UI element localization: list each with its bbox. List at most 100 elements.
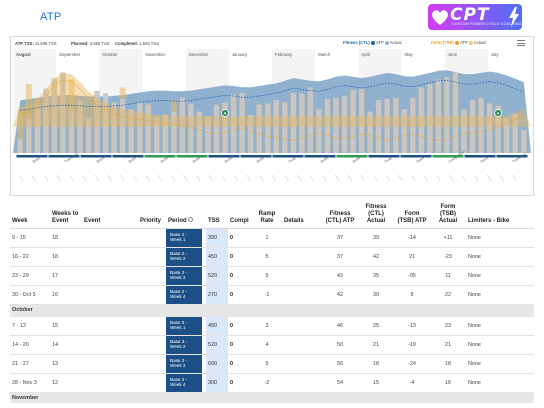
details-cell [282,228,322,248]
fitness-actual-cell: 35 [358,266,394,286]
fitness-atp-cell: 50 [322,335,358,355]
tss-cell: 450 [206,247,228,267]
month-label[interactable]: December [189,52,209,57]
header-tss[interactable]: TSS [206,198,228,229]
form-atp-legend: ATP [459,40,468,45]
details-cell [282,335,322,355]
header-week[interactable]: Week [10,198,50,229]
week-axis-tick [284,174,289,182]
month-label[interactable]: May [405,52,414,57]
period-badge[interactable]: Base 2 - Week 3 [166,266,202,285]
month-label[interactable]: January [232,52,248,57]
planned-tss-bar [521,130,527,153]
tss-cell: 600 [206,354,228,374]
month-label[interactable]: August [16,52,31,57]
month-label[interactable]: October [102,52,118,57]
period-cell: Base 2 - Week 3 [166,266,206,286]
period-strip-label: Transition [64,152,79,164]
limiters-cell: None [466,247,534,267]
weeks-to-event-cell: 13 [50,354,82,374]
table-body: 9 - 15 18 Base 2 - Week 1 390 0 1 37 39 -14 +11 Non… [10,228,534,403]
header-form-atp[interactable]: Form (TSB) ATP [394,198,430,229]
month-label[interactable]: February [275,52,293,57]
fitness-actual-cell: 15 [358,373,394,393]
header-ramp-rate[interactable]: Ramp Rate [252,198,282,229]
form-actual-cell: 18 [430,354,466,374]
a-race-marker-icon[interactable]: A [494,109,503,117]
form-actual-cell: +11 [430,228,466,248]
week-axis-tick [233,174,239,182]
limiters-cell: None [466,373,534,393]
compl-cell: 0 [228,335,252,355]
completed-value: 1,526 TSS [139,41,159,46]
period-badge[interactable]: Base 2 - Week 2 [166,247,202,266]
fitness-actual-dot-icon [384,40,389,45]
period-badge[interactable]: Base 3 - Week 1 [166,316,202,335]
tss-cell: 390 [206,228,228,248]
month-group-row: November [10,392,534,403]
header-weeks-to-event[interactable]: Weeks to Event [50,198,82,229]
period-week: Week 2 [170,255,186,261]
planned-tss-bar [282,102,288,153]
month-label[interactable]: March [318,52,331,57]
header-details[interactable]: Details [282,198,322,229]
week-axis-tick [486,174,492,182]
month-label[interactable]: November [146,52,166,57]
period-strip-segment [368,155,400,158]
header-compl[interactable]: Compl [228,198,252,229]
table-row: 7 - 13 15 Base 3 - Week 1 450 0 3 46 25 -13 23 None [10,316,534,336]
week-axis-tick [107,174,112,182]
header-limiters-bike[interactable]: Limiters - Bike [466,198,534,229]
month-label[interactable]: September [59,52,81,57]
month-label[interactable]: April [361,52,370,57]
tss-cell: 300 [206,373,228,393]
details-cell [282,285,322,305]
fitness-legend[interactable]: Fitness (CTL) ATP Actual [343,40,402,45]
a-race-marker-icon[interactable]: A [221,109,229,117]
period-badge[interactable]: Base 3 - Week 2 [166,335,202,354]
week-cell: 28 - Nov 3 [10,373,50,393]
compl-cell: 0 [228,266,252,286]
period-cell: Base 2 - Week 4 [166,285,206,305]
week-axis-tick [423,174,428,182]
atp-chart-panel: ATP TSS: 11,509 TSS Planned: 4,655 TSS C… [10,36,534,196]
form-legend-label: Form (TSB) [431,40,454,45]
fitness-atp-cell: 42 [322,285,358,305]
table-header-row: Week Weeks to Event Event Priority Perio… [10,198,534,229]
form-actual-cell: 23 [430,316,466,336]
period-badge[interactable]: Base 3 - Week 3 [166,354,202,373]
header-form-actual[interactable]: Form (TSB) Actual [430,198,466,229]
header-period[interactable]: Period [166,198,206,229]
week-axis-tick [411,174,416,182]
compl-cell: 0 [228,316,252,336]
event-cell [82,285,138,305]
hamburger-menu-icon[interactable] [517,40,525,46]
month-label[interactable]: June [448,52,458,57]
header-priority[interactable]: Priority [138,198,166,229]
period-badge[interactable]: Base 2 - Week 4 [166,285,202,304]
form-legend[interactable]: Form (TSB) ATP Actual [431,40,486,45]
period-badge[interactable]: Base 2 - Week 1 [166,228,202,247]
month-label[interactable]: July [491,52,499,57]
period-badge[interactable]: Base 3 - Week 4 [166,373,202,392]
period-week: Week 3 [170,362,186,368]
planned-stat: Planned: 4,655 TSS [71,41,110,46]
header-event[interactable]: Event [82,198,138,229]
event-cell [82,373,138,393]
ramp-rate-cell: -2 [252,373,282,393]
fitness-actual-cell: 39 [358,228,394,248]
ramp-rate-cell: 5 [252,266,282,286]
priority-cell [138,228,166,248]
info-circle-icon[interactable] [188,216,194,222]
week-cell: 23 - 29 [10,266,50,286]
priority-cell [138,373,166,393]
header-fitness-atp[interactable]: Fitness (CTL) ATP [322,198,358,229]
fitness-actual-cell: 42 [358,247,394,267]
header-fitness-actual[interactable]: Fitness (CTL) Actual [358,198,394,229]
limiters-cell: None [466,266,534,286]
form-atp-cell: -05 [394,266,430,286]
ramp-rate-cell: 4 [252,335,282,355]
form-atp-cell: 21 [394,247,430,267]
planned-tss-bar [461,109,467,153]
week-axis-tick [373,174,378,182]
